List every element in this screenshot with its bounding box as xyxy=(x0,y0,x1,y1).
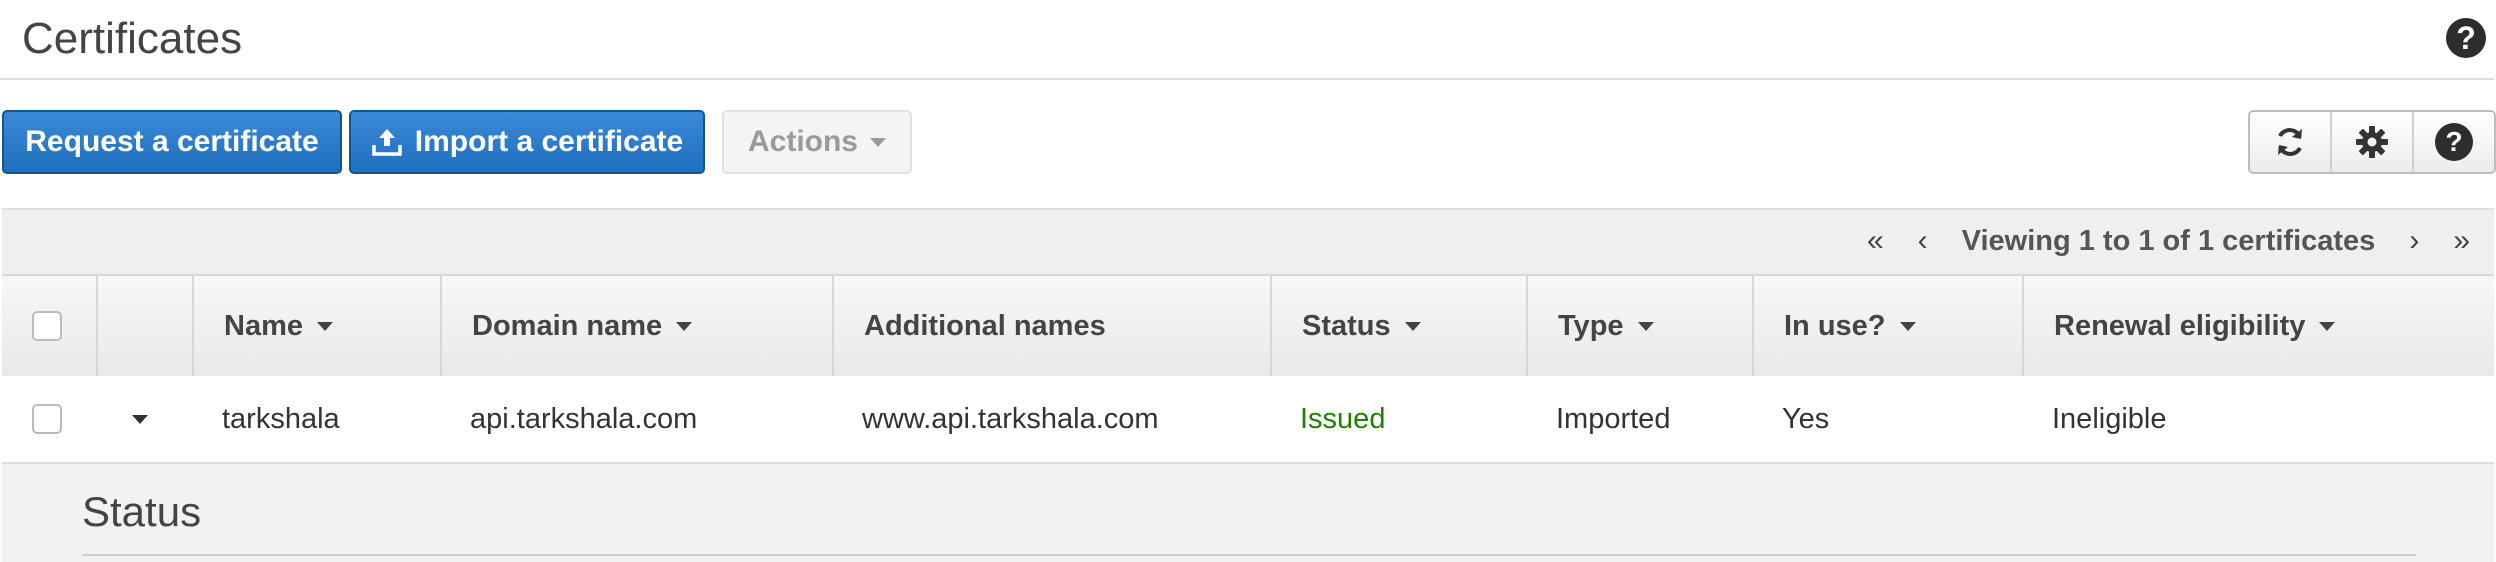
detail-divider xyxy=(82,554,2416,556)
request-certificate-label: Request a certificate xyxy=(25,125,319,158)
table-header-row: Name Domain name Additional names Status… xyxy=(2,274,2494,378)
sort-icon xyxy=(2319,321,2336,331)
expand-column-header xyxy=(96,276,192,376)
cell-status: Issued xyxy=(1300,402,1386,435)
cell-name: tarkshala xyxy=(222,402,340,435)
refresh-button[interactable] xyxy=(2250,112,2330,172)
column-domain-label: Domain name xyxy=(472,309,663,342)
settings-button[interactable] xyxy=(2330,112,2412,172)
expand-cell[interactable] xyxy=(98,376,194,462)
column-in-use[interactable]: In use? xyxy=(1752,276,2022,376)
select-all-cell xyxy=(2,276,96,376)
page-title: Certificates xyxy=(22,14,243,63)
row-select-cell xyxy=(2,376,62,462)
pagination: « ‹ Viewing 1 to 1 of 1 certificates › » xyxy=(1867,210,2470,272)
column-name[interactable]: Name xyxy=(192,276,440,376)
sort-icon xyxy=(1899,321,1916,331)
prev-page-icon[interactable]: ‹ xyxy=(1918,224,1928,258)
pagination-text: Viewing 1 to 1 of 1 certificates xyxy=(1961,224,2376,257)
column-additional-names: Additional names xyxy=(832,276,1270,376)
refresh-icon xyxy=(2273,125,2307,159)
detail-panel xyxy=(2,464,2494,562)
next-page-icon[interactable]: › xyxy=(2409,224,2419,258)
table-row[interactable]: tarkshala api.tarkshala.com www.api.tark… xyxy=(2,376,2494,464)
row-checkbox[interactable] xyxy=(32,404,62,434)
detail-section-title: Status xyxy=(82,488,202,535)
select-all-checkbox[interactable] xyxy=(32,311,62,341)
column-type-label: Type xyxy=(1558,309,1624,342)
caret-down-icon xyxy=(870,137,886,147)
cell-in-use: Yes xyxy=(1782,402,1830,435)
actions-label: Actions xyxy=(747,125,858,158)
column-domain-name[interactable]: Domain name xyxy=(440,276,832,376)
column-additional-label: Additional names xyxy=(864,309,1106,342)
upload-icon xyxy=(371,127,403,157)
expand-icon[interactable] xyxy=(132,414,148,424)
column-status[interactable]: Status xyxy=(1270,276,1526,376)
help-button[interactable]: ? xyxy=(2412,112,2494,172)
help-icon: ? xyxy=(2435,123,2473,161)
last-page-icon[interactable]: » xyxy=(2453,224,2470,258)
sort-icon xyxy=(676,321,693,331)
first-page-icon[interactable]: « xyxy=(1867,224,1884,258)
import-certificate-button[interactable]: Import a certificate xyxy=(349,110,705,174)
import-certificate-label: Import a certificate xyxy=(414,125,684,158)
help-icon[interactable]: ? xyxy=(2446,18,2486,58)
toolbar-icon-group: ? xyxy=(2248,110,2496,174)
title-divider xyxy=(0,78,2494,80)
gear-icon xyxy=(2355,125,2389,159)
cell-domain-name: api.tarkshala.com xyxy=(470,402,698,435)
column-renewal-label: Renewal eligibility xyxy=(2054,309,2306,342)
sort-icon xyxy=(1637,321,1654,331)
cell-renewal-eligibility: Ineligible xyxy=(2052,402,2167,435)
cell-type: Imported xyxy=(1556,402,1671,435)
column-type[interactable]: Type xyxy=(1526,276,1752,376)
sort-icon xyxy=(317,321,333,331)
column-renewal-eligibility[interactable]: Renewal eligibility xyxy=(2022,276,2494,376)
actions-dropdown[interactable]: Actions xyxy=(722,110,912,174)
column-in-use-label: In use? xyxy=(1784,309,1886,342)
column-name-label: Name xyxy=(224,309,303,342)
sort-icon xyxy=(1404,321,1421,331)
cell-additional-names: www.api.tarkshala.com xyxy=(862,402,1159,435)
column-status-label: Status xyxy=(1302,309,1391,342)
request-certificate-button[interactable]: Request a certificate xyxy=(2,110,342,174)
